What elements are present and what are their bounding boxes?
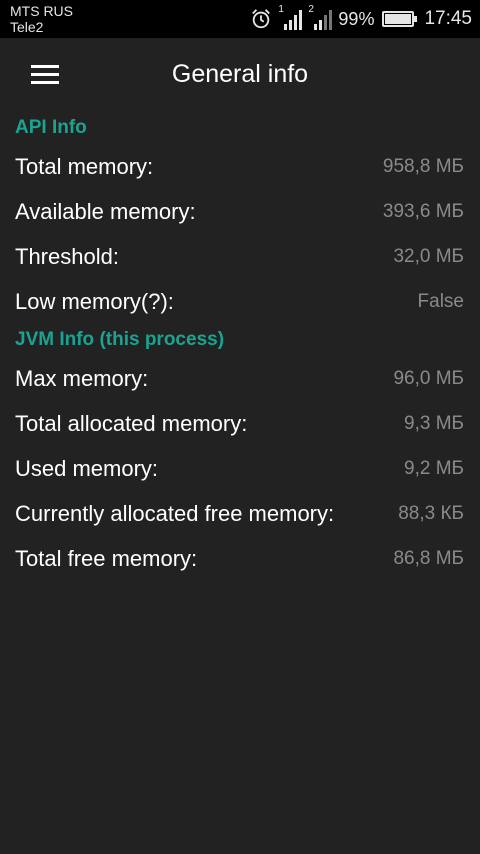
carrier-2: Tele2	[10, 19, 44, 35]
toolbar: General info	[0, 38, 480, 112]
info-row: Used memory: 9,2 МБ	[0, 446, 480, 491]
info-row-label: Currently allocated free memory:	[15, 500, 335, 526]
info-row-label: Total allocated memory:	[15, 410, 248, 436]
alarm-icon	[252, 9, 271, 29]
info-row: Total allocated memory: 9,3 МБ	[0, 401, 480, 446]
carrier-info: MTS RUS Tele2	[10, 3, 73, 35]
clock: 17:45	[424, 8, 472, 29]
info-row-value: 958,8 МБ	[382, 155, 464, 177]
info-row-value: 9,2 МБ	[404, 457, 464, 479]
info-row-label: Total memory:	[15, 153, 154, 179]
page-title: General info	[171, 60, 309, 88]
info-row: Currently allocated free memory: 88,3 КБ	[0, 491, 480, 536]
info-row-label: Available memory:	[15, 198, 196, 224]
info-row-label: Max memory:	[15, 365, 149, 391]
info-row-value: 96,0 МБ	[393, 367, 464, 389]
info-row: Total memory: 958,8 МБ	[0, 144, 480, 189]
info-row: Max memory: 96,0 МБ	[0, 356, 480, 401]
status-bar: MTS RUS Tele2 1 2 99% 17:45	[0, 0, 480, 38]
info-row: Threshold: 32,0 МБ	[0, 234, 480, 279]
section-header-api-info: API Info	[15, 117, 87, 138]
signal-icon: 1	[278, 4, 303, 30]
info-row-value: 86,8 МБ	[393, 547, 464, 569]
carrier-1: MTS RUS	[10, 3, 73, 19]
battery-icon	[382, 11, 418, 27]
info-row-label: Total free memory:	[15, 545, 198, 571]
info-row-value: 32,0 МБ	[393, 245, 464, 267]
status-icons: 1 2 99% 17:45	[244, 4, 472, 32]
info-row-value: 88,3 КБ	[398, 502, 464, 524]
info-row-value: 393,6 МБ	[382, 200, 464, 222]
info-row-label: Low memory(?):	[15, 288, 174, 314]
info-list: API Info Total memory: 958,8 МБ Available …	[0, 112, 480, 581]
info-row-value: 9,3 МБ	[404, 412, 464, 434]
section-header-jvm-info: JVM Info (this process)	[15, 329, 225, 350]
info-row: Low memory(?): False	[0, 279, 480, 324]
info-row-value: False	[417, 290, 464, 312]
info-row-label: Used memory:	[15, 455, 159, 481]
info-row-label: Threshold:	[15, 243, 119, 269]
battery-percent: 99%	[338, 8, 375, 29]
info-row: Available memory: 393,6 МБ	[0, 189, 480, 234]
info-row: Total free memory: 86,8 МБ	[0, 536, 480, 581]
signal-icon: 2	[308, 4, 333, 30]
